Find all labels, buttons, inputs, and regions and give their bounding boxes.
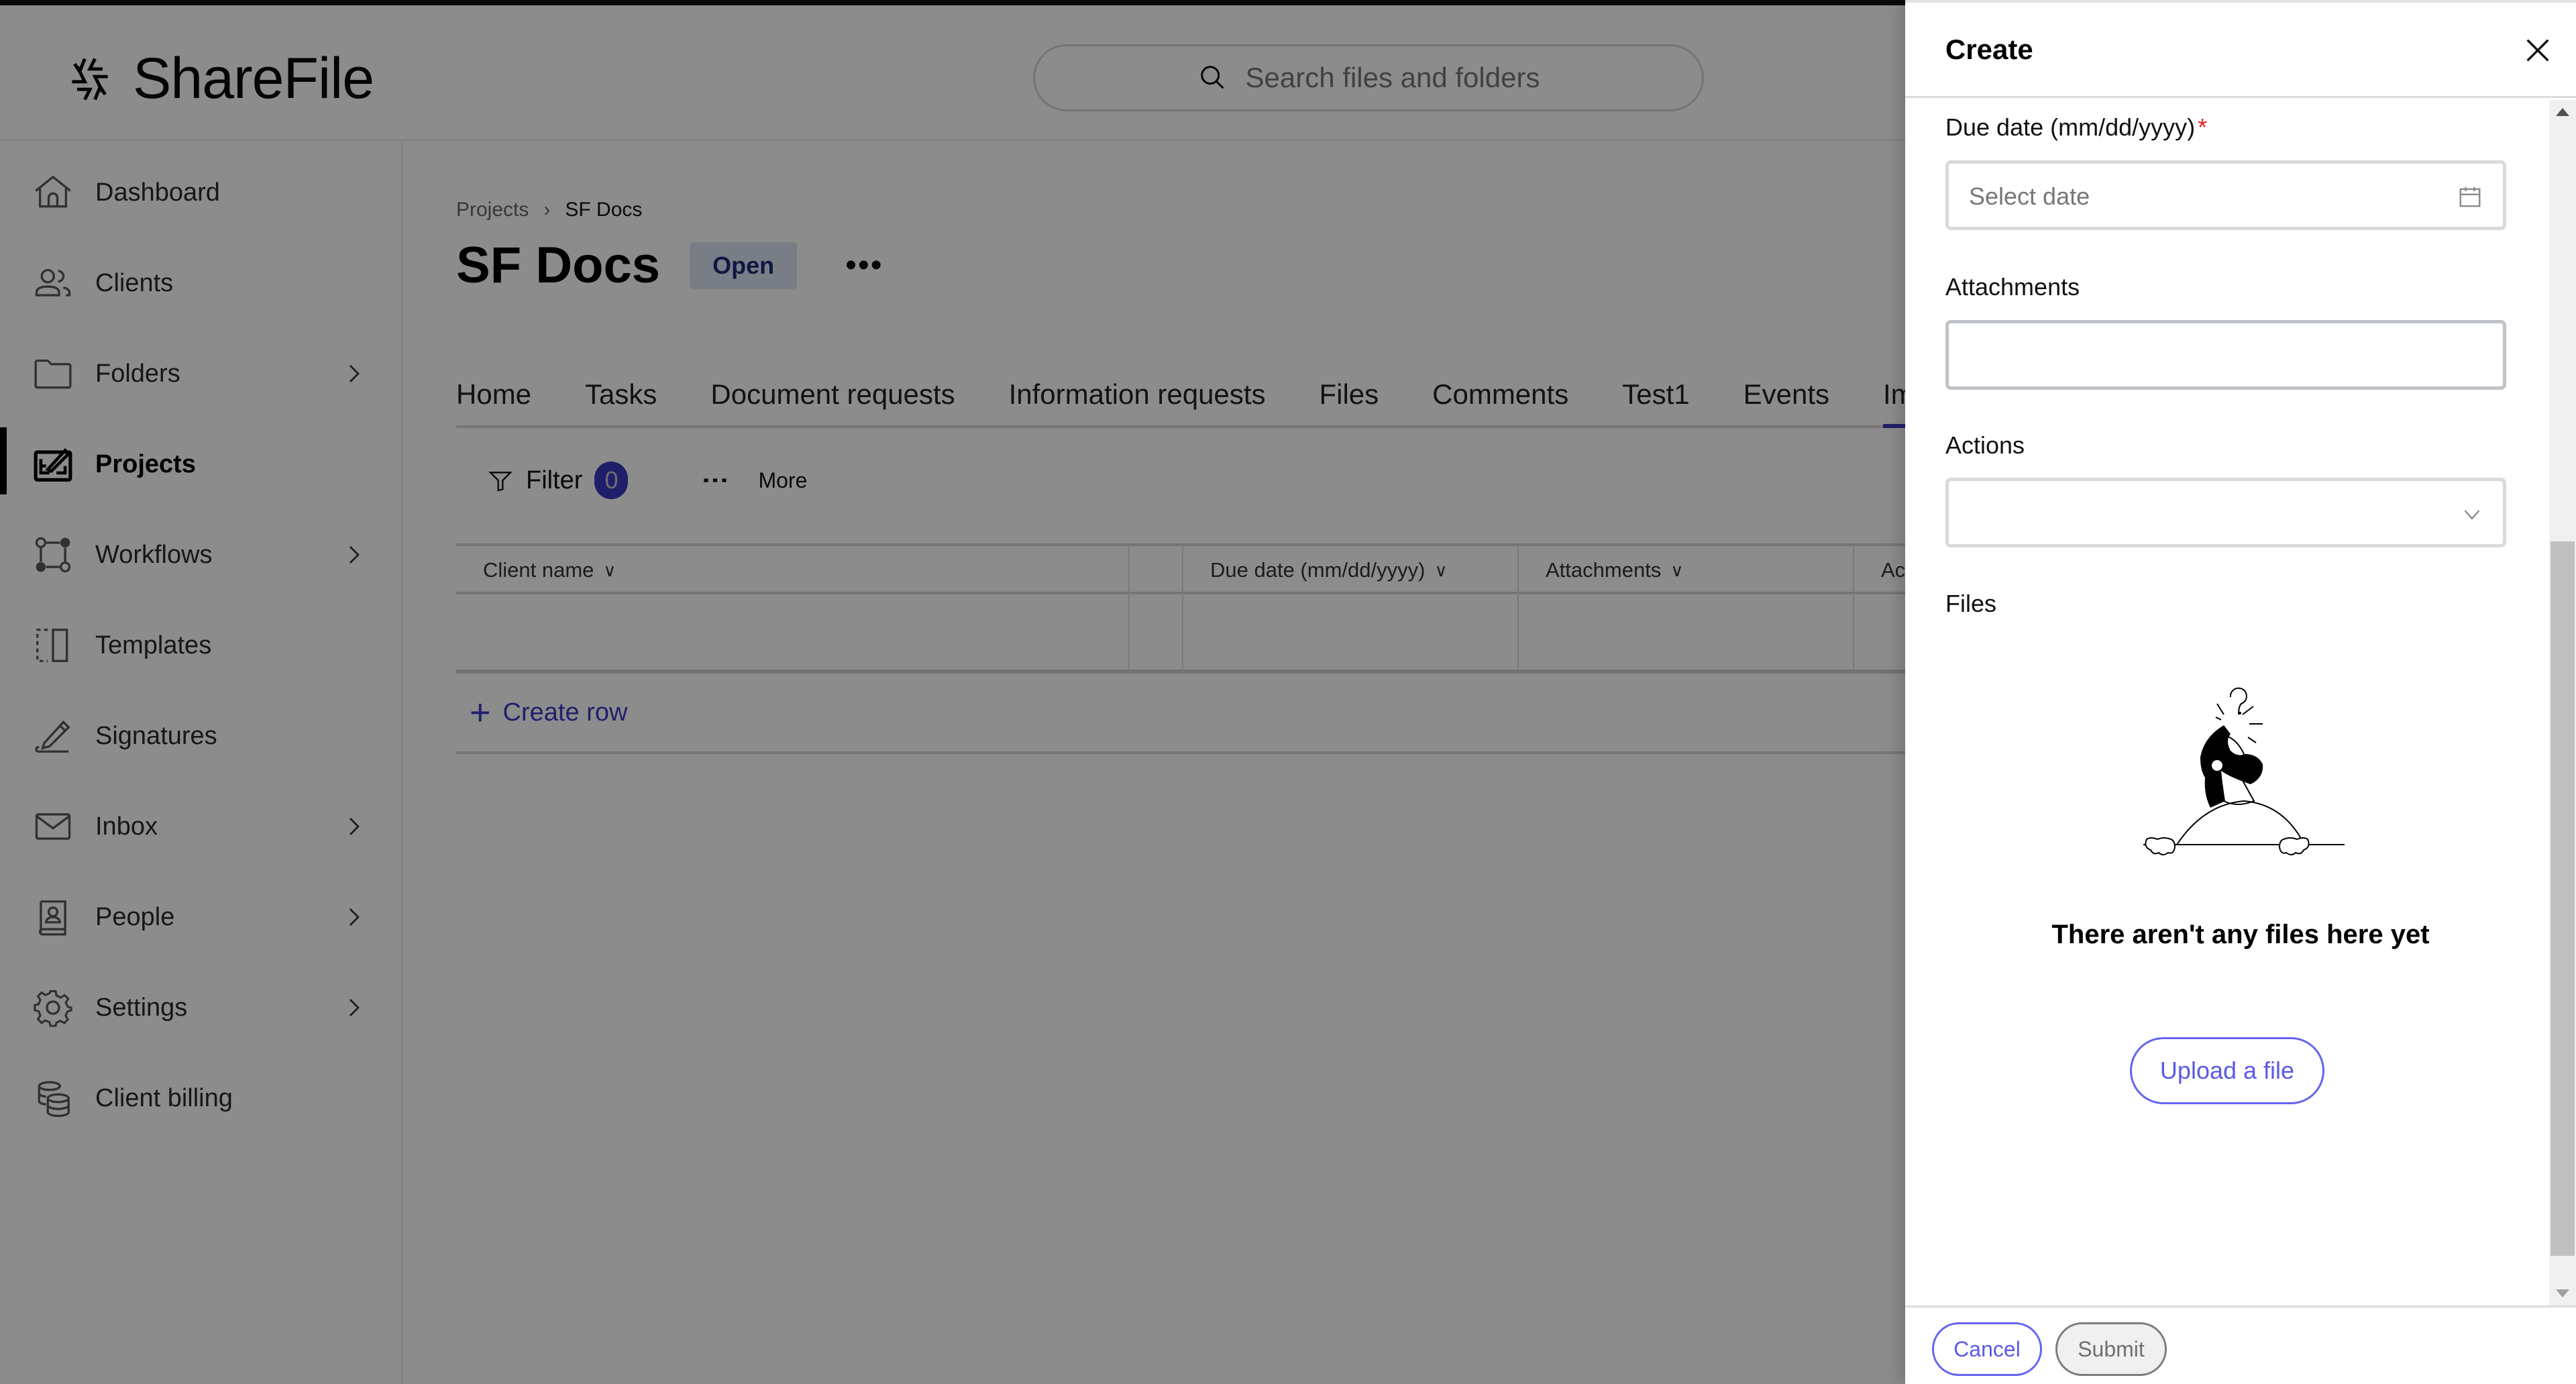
empty-state-message: There aren't any files here yet — [2051, 920, 2430, 949]
panel-footer: Cancel Submit — [1905, 1306, 2576, 1384]
attachments-label: Attachments — [1945, 273, 2080, 301]
due-date-label: Due date (mm/dd/yyyy) * — [1945, 113, 2207, 142]
scroll-down-arrow-icon[interactable] — [2556, 1289, 2569, 1297]
scroll-up-arrow-icon[interactable] — [2556, 108, 2569, 116]
scrollbar-thumb[interactable] — [2551, 541, 2575, 1256]
panel-body: Due date (mm/dd/yyyy) * Select date Attac… — [1905, 100, 2549, 1306]
upload-file-button[interactable]: Upload a file — [2130, 1037, 2324, 1104]
due-date-placeholder: Select date — [1969, 182, 2090, 210]
confused-person-illustration — [2143, 687, 2345, 855]
due-date-label-text: Due date (mm/dd/yyyy) — [1945, 113, 2196, 141]
actions-select[interactable] — [1945, 478, 2506, 547]
attachments-field[interactable] — [1945, 320, 2506, 390]
files-label: Files — [1945, 590, 1997, 617]
calendar-icon[interactable] — [2457, 184, 2483, 209]
modal-backdrop[interactable] — [0, 5, 1905, 1384]
submit-button[interactable]: Submit — [2055, 1322, 2167, 1376]
panel-scrollbar[interactable] — [2549, 100, 2576, 1306]
close-icon[interactable] — [2522, 35, 2553, 66]
cancel-button[interactable]: Cancel — [1932, 1322, 2042, 1376]
panel-title: Create — [1945, 34, 2033, 65]
create-panel: Create Due date (mm/dd/yyyy) * Select dat… — [1905, 0, 2576, 1384]
actions-label: Actions — [1945, 431, 2025, 459]
required-asterisk: * — [2198, 113, 2208, 141]
due-date-field[interactable]: Select date — [1945, 160, 2506, 230]
chevron-down-icon — [2464, 510, 2480, 520]
panel-header: Create — [1905, 3, 2576, 98]
